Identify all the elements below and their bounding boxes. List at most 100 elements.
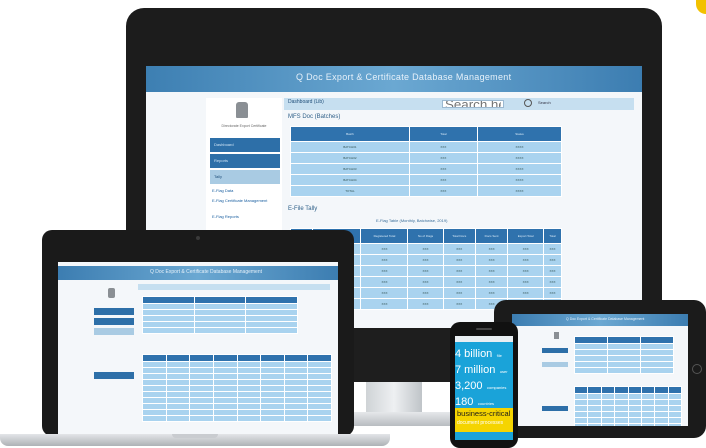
table-row: [142, 327, 298, 334]
table-cell: [283, 415, 309, 422]
sidebar-item[interactable]: [542, 348, 568, 353]
table-row[interactable]: BATCH02 XXX XXXX: [290, 152, 562, 164]
table-cell: [614, 423, 629, 426]
column-header[interactable]: Total: [543, 228, 562, 244]
sidebar-item-active[interactable]: [542, 362, 568, 367]
phone-screen: 4 billion file 7 million user 3,200 comp…: [455, 336, 513, 440]
table-cell: XXX: [475, 243, 509, 255]
section-title-tally: E-File Tally: [288, 206, 318, 212]
browser-bar: [455, 336, 513, 342]
column-header: [307, 354, 332, 362]
app-title: Q Doc Export & Certificate Database Mana…: [296, 72, 512, 82]
table-cell: XXX: [360, 243, 409, 255]
column-header: [574, 336, 608, 344]
table-cell: XXX: [475, 265, 509, 277]
batch-table: [574, 336, 674, 374]
column-header: [573, 386, 589, 394]
table-cell: [640, 367, 674, 374]
table-cell: XXX: [407, 287, 444, 299]
column-header[interactable]: Batch: [290, 126, 410, 142]
table-cell: XXX: [507, 243, 545, 255]
column-header: [260, 354, 285, 362]
column-header[interactable]: Docs Sent: [475, 228, 509, 244]
column-header: [283, 354, 309, 362]
column-header[interactable]: No of Flags: [407, 228, 444, 244]
table-cell: [193, 327, 247, 334]
table-row[interactable]: BATCH01 XXX XXXX: [290, 141, 562, 153]
table-cell: [667, 423, 683, 426]
table-cell: XXX: [408, 163, 479, 175]
table-cell: [245, 327, 298, 334]
column-header[interactable]: Registered Total: [360, 228, 409, 244]
column-header[interactable]: Total: [408, 126, 479, 142]
table-cell: XXX: [442, 298, 477, 310]
table-cell: XXX: [408, 152, 479, 164]
home-button-icon[interactable]: [692, 364, 702, 374]
sidebar-item-dashboard[interactable]: Dashboard: [210, 138, 280, 152]
table-cell: XXX: [475, 287, 509, 299]
toolbar: [138, 284, 330, 290]
sidebar-item[interactable]: [94, 308, 134, 315]
table-row[interactable]: BATCH04 XXX XXXX: [290, 174, 562, 186]
sidebar-item-active[interactable]: [94, 328, 134, 335]
table-cell: [607, 367, 641, 374]
column-header[interactable]: Status: [477, 126, 562, 142]
table-row[interactable]: BATCH03 XXX XXXX: [290, 163, 562, 175]
brand-accent: [696, 0, 706, 14]
table-cell: XXX: [407, 298, 444, 310]
sidebar-item[interactable]: [542, 406, 568, 411]
tablet-screen: Q Doc Export & Certificate Database Mana…: [512, 314, 688, 426]
sidebar-item[interactable]: [94, 372, 134, 379]
emblem-logo: [236, 102, 248, 118]
table-cell: [640, 423, 656, 426]
search-button[interactable]: Search: [538, 100, 551, 105]
table-header-row: [142, 354, 332, 362]
table-cell: [573, 423, 589, 426]
sidebar-link-eflag-reports[interactable]: E-Flag Reports: [212, 214, 276, 219]
batch-table: [142, 296, 298, 334]
table-cell: BATCH03: [290, 163, 410, 175]
table-cell: XXX: [360, 254, 409, 266]
tally-table: [573, 386, 683, 426]
search-icon[interactable]: [524, 99, 532, 107]
column-header: [640, 386, 656, 394]
table-cell: [212, 415, 238, 422]
column-header[interactable]: Export Total: [507, 228, 545, 244]
search-input[interactable]: [442, 100, 504, 108]
column-header: [212, 354, 238, 362]
sidebar-item-tally[interactable]: Tally: [210, 170, 280, 184]
column-header: [667, 386, 683, 394]
column-header: [607, 336, 641, 344]
table-cell: XXX: [442, 243, 477, 255]
column-header: [236, 354, 262, 362]
column-header: [165, 354, 191, 362]
table-cell: XXX: [407, 265, 444, 277]
highlight-title: business-critical: [457, 409, 511, 418]
table-header-row: Batch Total Status: [290, 126, 562, 142]
column-header: [654, 386, 669, 394]
sidebar-item[interactable]: [94, 318, 134, 325]
table-cell: [236, 415, 262, 422]
column-header: [627, 386, 642, 394]
table-cell: XXX: [442, 276, 477, 288]
table-cell: XXXX: [477, 141, 562, 153]
column-header: [189, 354, 214, 362]
page-title: Dashboard (Lib): [288, 99, 324, 105]
table-cell: XXX: [360, 298, 409, 310]
table-cell: BATCH04: [290, 174, 410, 186]
table-cell: XXXX: [477, 163, 562, 175]
table-cell: TOTAL: [290, 185, 410, 197]
table-cell: [600, 423, 616, 426]
sidebar-link-eflag-certificate[interactable]: E-Flag Certificate Management: [212, 198, 276, 203]
app-title: Q Doc Export & Certificate Database Mana…: [150, 269, 262, 275]
section-title-batches: MFS Doc (Batches): [288, 114, 341, 120]
column-header: [142, 296, 195, 304]
column-header: [193, 296, 247, 304]
table-cell: XXX: [360, 276, 409, 288]
column-header[interactable]: Total Docs: [442, 228, 477, 244]
sidebar-item-reports[interactable]: Reports: [210, 154, 280, 168]
sidebar-link-eflag-data[interactable]: E-Flag Data: [212, 188, 276, 193]
table-cell: XXX: [543, 243, 562, 255]
table-cell: XXX: [507, 254, 545, 266]
table-row[interactable]: TOTAL XXX XXXX: [290, 185, 562, 197]
